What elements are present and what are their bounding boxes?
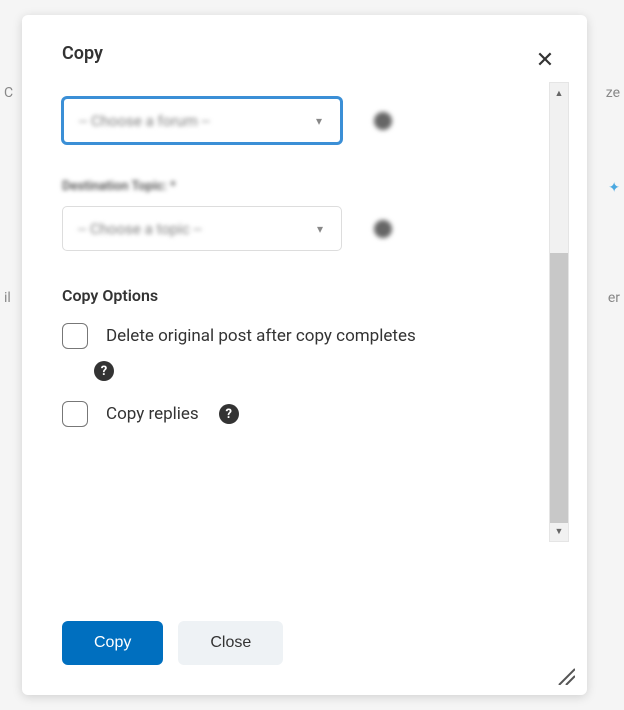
- background-text: il: [4, 290, 11, 306]
- scroll-down-arrow-icon[interactable]: ▼: [550, 521, 568, 541]
- copy-replies-row: Copy replies ?: [62, 401, 492, 427]
- copy-replies-label: Copy replies: [106, 404, 199, 424]
- topic-dropdown[interactable]: -- Choose a topic -- ▾: [62, 206, 342, 251]
- copy-options-title: Copy Options: [62, 286, 492, 305]
- chevron-down-icon: ▾: [316, 114, 322, 128]
- resize-handle-icon[interactable]: [555, 665, 575, 685]
- forum-field-group: -- Choose a forum -- ▾: [62, 97, 492, 144]
- delete-original-row: Delete original post after copy complete…: [62, 323, 492, 349]
- modal-footer: Copy Close: [22, 601, 587, 695]
- copy-modal: Copy ✕ -- Choose a forum -- ▾ Destinatio…: [22, 15, 587, 695]
- forum-dropdown[interactable]: -- Choose a forum -- ▾: [62, 97, 342, 144]
- topic-refresh-icon[interactable]: [374, 220, 392, 238]
- background-text: er: [608, 290, 620, 306]
- scrollbar[interactable]: ▲ ▼: [549, 82, 569, 542]
- modal-body: -- Choose a forum -- ▾ Destination Topic…: [22, 82, 587, 601]
- topic-field-group: Destination Topic: * -- Choose a topic -…: [62, 179, 492, 251]
- close-button[interactable]: Close: [178, 621, 283, 665]
- modal-header: Copy ✕: [22, 15, 587, 82]
- help-icon[interactable]: ?: [94, 361, 114, 381]
- scroll-track[interactable]: [550, 103, 568, 521]
- topic-label: Destination Topic: *: [62, 179, 492, 194]
- background-text: C: [4, 85, 13, 101]
- topic-dropdown-placeholder: -- Choose a topic --: [78, 220, 202, 238]
- forum-dropdown-placeholder: -- Choose a forum --: [79, 112, 210, 130]
- copy-button[interactable]: Copy: [62, 621, 163, 665]
- delete-original-label: Delete original post after copy complete…: [106, 326, 416, 346]
- help-icon[interactable]: ?: [219, 404, 239, 424]
- scroll-thumb[interactable]: [550, 253, 568, 523]
- background-text: ze: [606, 85, 620, 101]
- background-text: ✦: [608, 180, 620, 196]
- copy-replies-checkbox[interactable]: [62, 401, 88, 427]
- scroll-up-arrow-icon[interactable]: ▲: [550, 83, 568, 103]
- modal-title: Copy: [62, 43, 103, 64]
- delete-original-checkbox[interactable]: [62, 323, 88, 349]
- forum-refresh-icon[interactable]: [374, 112, 392, 130]
- close-icon[interactable]: ✕: [533, 48, 557, 72]
- chevron-down-icon: ▾: [317, 222, 323, 236]
